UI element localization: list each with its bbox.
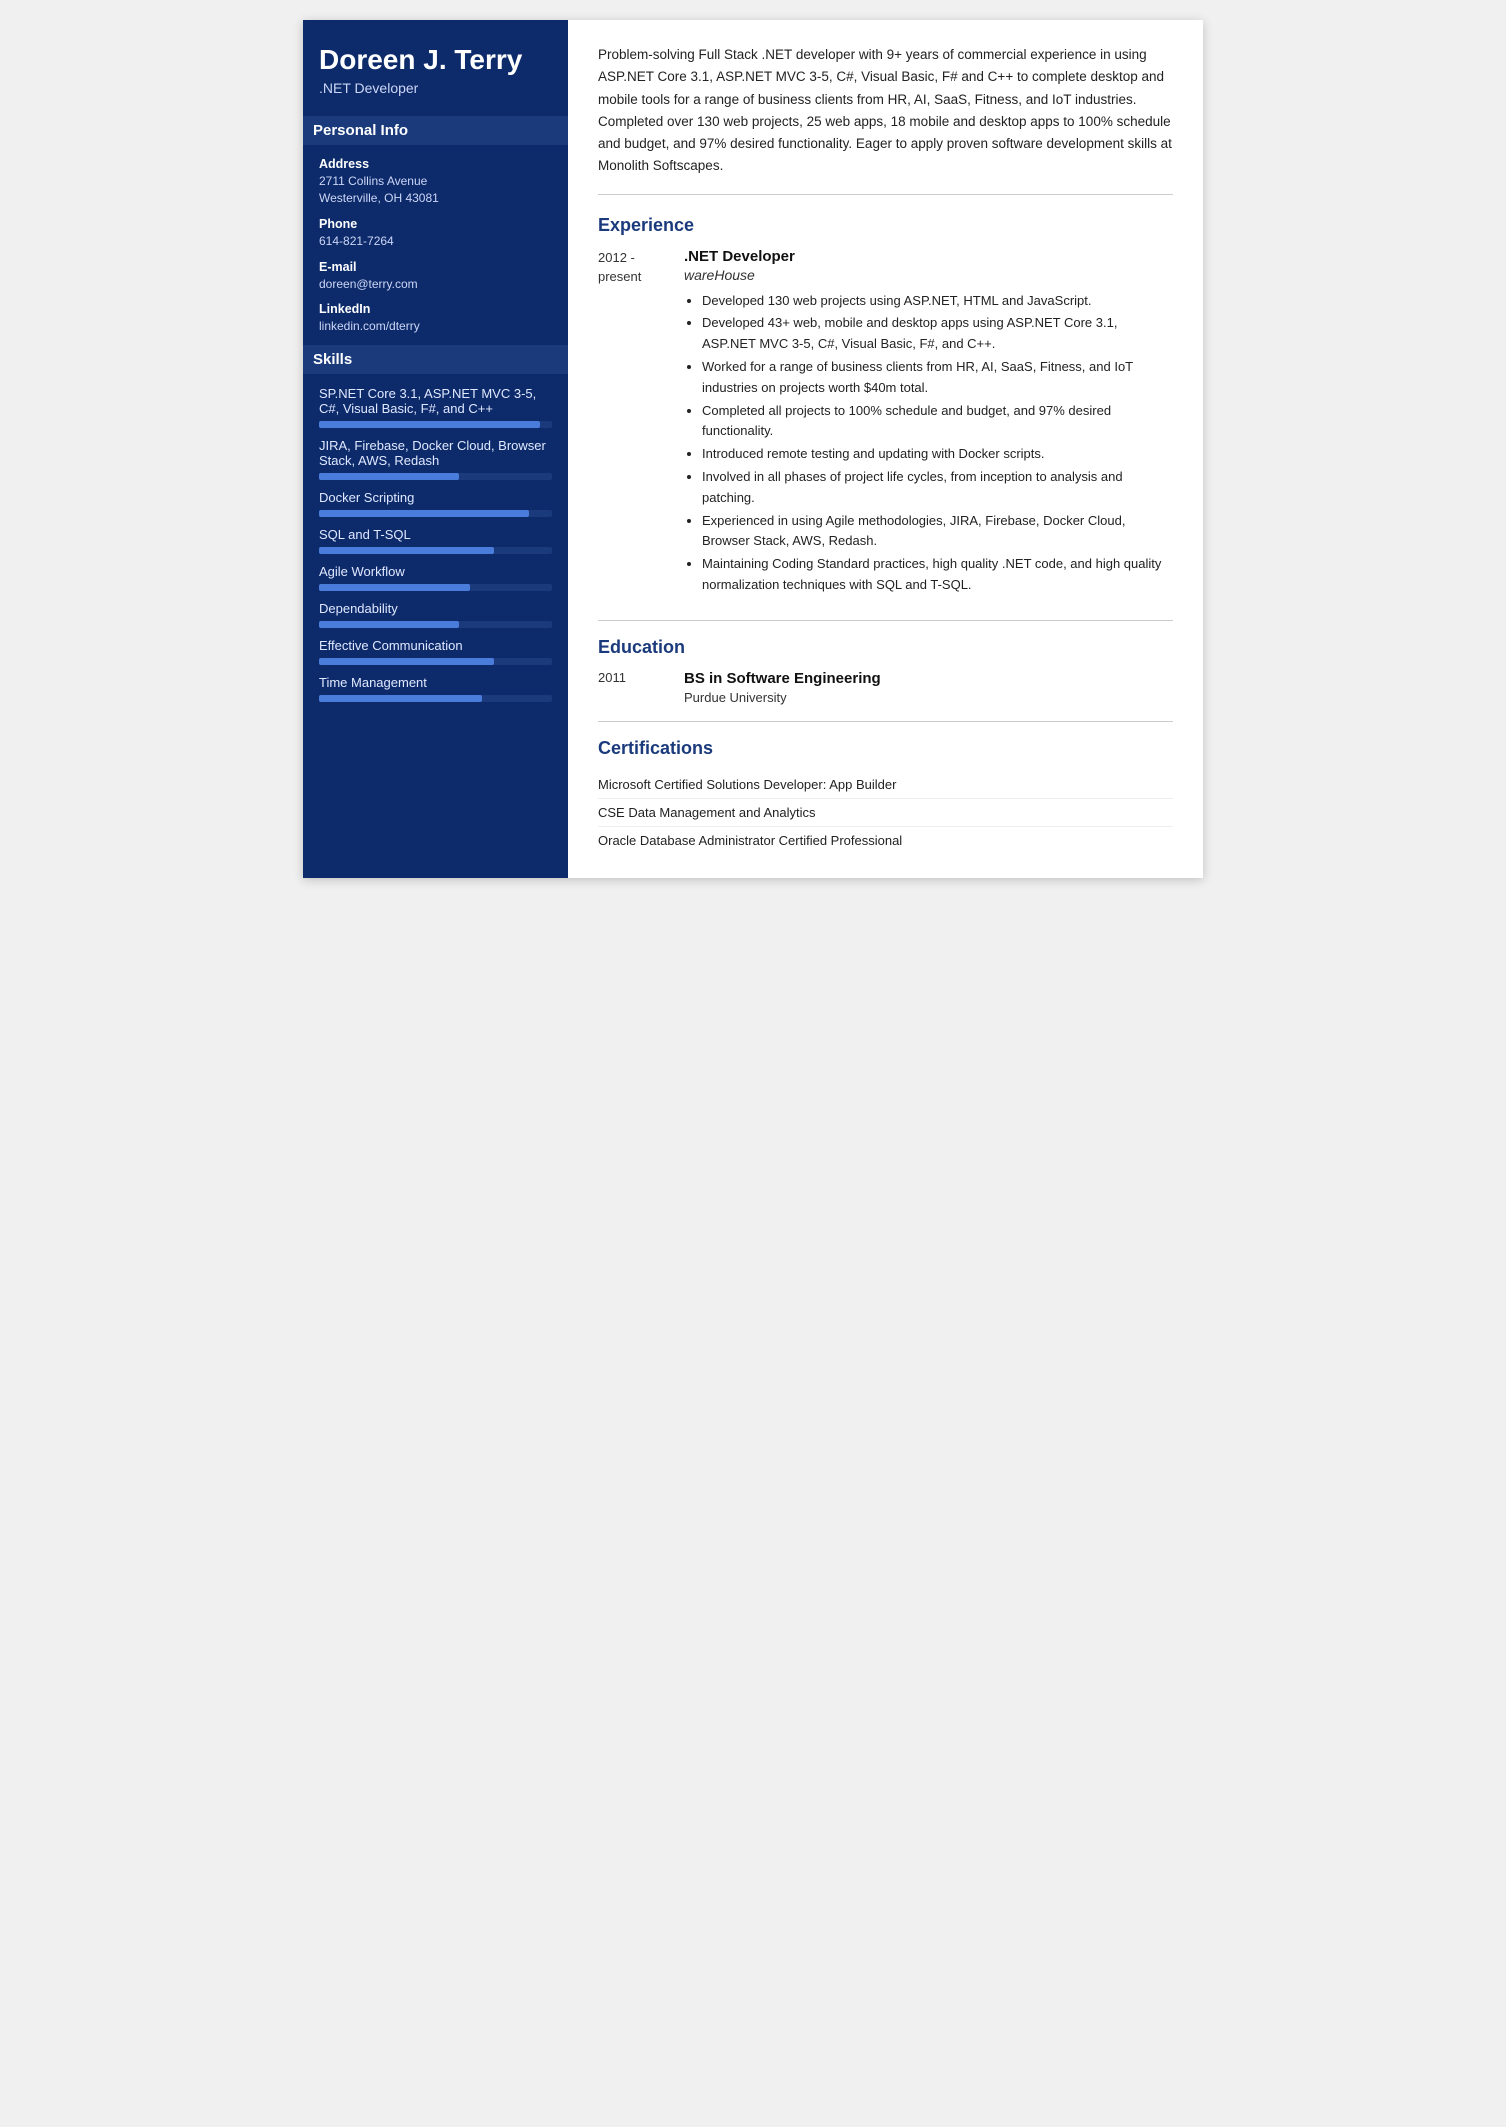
edu-0: 2011 BS in Software Engineering Purdue U… bbox=[598, 670, 1173, 705]
address-label: Address bbox=[319, 157, 552, 171]
job-0-content: .NET Developer wareHouse Developed 130 w… bbox=[684, 248, 1173, 598]
email-label: E-mail bbox=[319, 260, 552, 274]
skill-name-2: Docker Scripting bbox=[319, 490, 552, 505]
personal-info-fields: Address 2711 Collins AvenueWesterville, … bbox=[319, 157, 552, 335]
edu-0-degree: BS in Software Engineering bbox=[684, 670, 881, 687]
cert-2: Oracle Database Administrator Certified … bbox=[598, 827, 1173, 854]
bullet-2: Worked for a range of business clients f… bbox=[702, 357, 1173, 399]
skill-name-1: JIRA, Firebase, Docker Cloud, Browser St… bbox=[319, 438, 552, 468]
address-value: 2711 Collins AvenueWesterville, OH 43081 bbox=[319, 173, 552, 207]
job-0-company: wareHouse bbox=[684, 267, 1173, 283]
bullet-1: Developed 43+ web, mobile and desktop ap… bbox=[702, 313, 1173, 355]
skill-bar-7 bbox=[319, 695, 552, 702]
skill-bar-2 bbox=[319, 510, 552, 517]
phone-value: 614-821-7264 bbox=[319, 233, 552, 250]
edu-0-school: Purdue University bbox=[684, 690, 881, 705]
skill-bar-4 bbox=[319, 584, 552, 591]
skills-list: SP.NET Core 3.1, ASP.NET MVC 3-5, C#, Vi… bbox=[319, 386, 552, 702]
skill-name-3: SQL and T-SQL bbox=[319, 527, 552, 542]
linkedin-label: LinkedIn bbox=[319, 302, 552, 316]
skill-bar-0 bbox=[319, 421, 552, 428]
phone-label: Phone bbox=[319, 217, 552, 231]
certifications-section: Certifications Microsoft Certified Solut… bbox=[598, 738, 1173, 854]
email-value: doreen@terry.com bbox=[319, 276, 552, 293]
job-0-bullets: Developed 130 web projects using ASP.NET… bbox=[684, 291, 1173, 596]
bullet-7: Maintaining Coding Standard practices, h… bbox=[702, 554, 1173, 596]
cert-0: Microsoft Certified Solutions Developer:… bbox=[598, 771, 1173, 799]
bullet-3: Completed all projects to 100% schedule … bbox=[702, 401, 1173, 443]
skill-bar-5 bbox=[319, 621, 552, 628]
bullet-5: Involved in all phases of project life c… bbox=[702, 467, 1173, 509]
experience-section: Experience 2012 -present .NET Developer … bbox=[598, 215, 1173, 621]
edu-0-content: BS in Software Engineering Purdue Univer… bbox=[684, 670, 881, 705]
skill-name-4: Agile Workflow bbox=[319, 564, 552, 579]
candidate-title: .NET Developer bbox=[319, 80, 552, 96]
skills-header: Skills bbox=[303, 345, 568, 374]
cert-1: CSE Data Management and Analytics bbox=[598, 799, 1173, 827]
job-0: 2012 -present .NET Developer wareHouse D… bbox=[598, 248, 1173, 598]
linkedin-value: linkedin.com/dterry bbox=[319, 318, 552, 335]
bullet-6: Experienced in using Agile methodologies… bbox=[702, 511, 1173, 553]
summary: Problem-solving Full Stack .NET develope… bbox=[598, 44, 1173, 195]
skill-bar-1 bbox=[319, 473, 552, 480]
skill-name-5: Dependability bbox=[319, 601, 552, 616]
candidate-name: Doreen J. Terry bbox=[319, 44, 552, 76]
skill-name-6: Effective Communication bbox=[319, 638, 552, 653]
skill-bar-6 bbox=[319, 658, 552, 665]
job-0-date: 2012 -present bbox=[598, 248, 668, 598]
skill-name-7: Time Management bbox=[319, 675, 552, 690]
skill-name-0: SP.NET Core 3.1, ASP.NET MVC 3-5, C#, Vi… bbox=[319, 386, 552, 416]
main-content: Problem-solving Full Stack .NET develope… bbox=[568, 20, 1203, 878]
experience-title: Experience bbox=[598, 215, 1173, 236]
education-section: Education 2011 BS in Software Engineerin… bbox=[598, 637, 1173, 722]
skill-bar-3 bbox=[319, 547, 552, 554]
edu-0-date: 2011 bbox=[598, 670, 668, 705]
bullet-0: Developed 130 web projects using ASP.NET… bbox=[702, 291, 1173, 312]
personal-info-header: Personal Info bbox=[303, 116, 568, 145]
certifications-title: Certifications bbox=[598, 738, 1173, 759]
education-title: Education bbox=[598, 637, 1173, 658]
bullet-4: Introduced remote testing and updating w… bbox=[702, 444, 1173, 465]
sidebar: Doreen J. Terry .NET Developer Personal … bbox=[303, 20, 568, 878]
resume-container: Doreen J. Terry .NET Developer Personal … bbox=[303, 20, 1203, 878]
job-0-title: .NET Developer bbox=[684, 248, 1173, 265]
